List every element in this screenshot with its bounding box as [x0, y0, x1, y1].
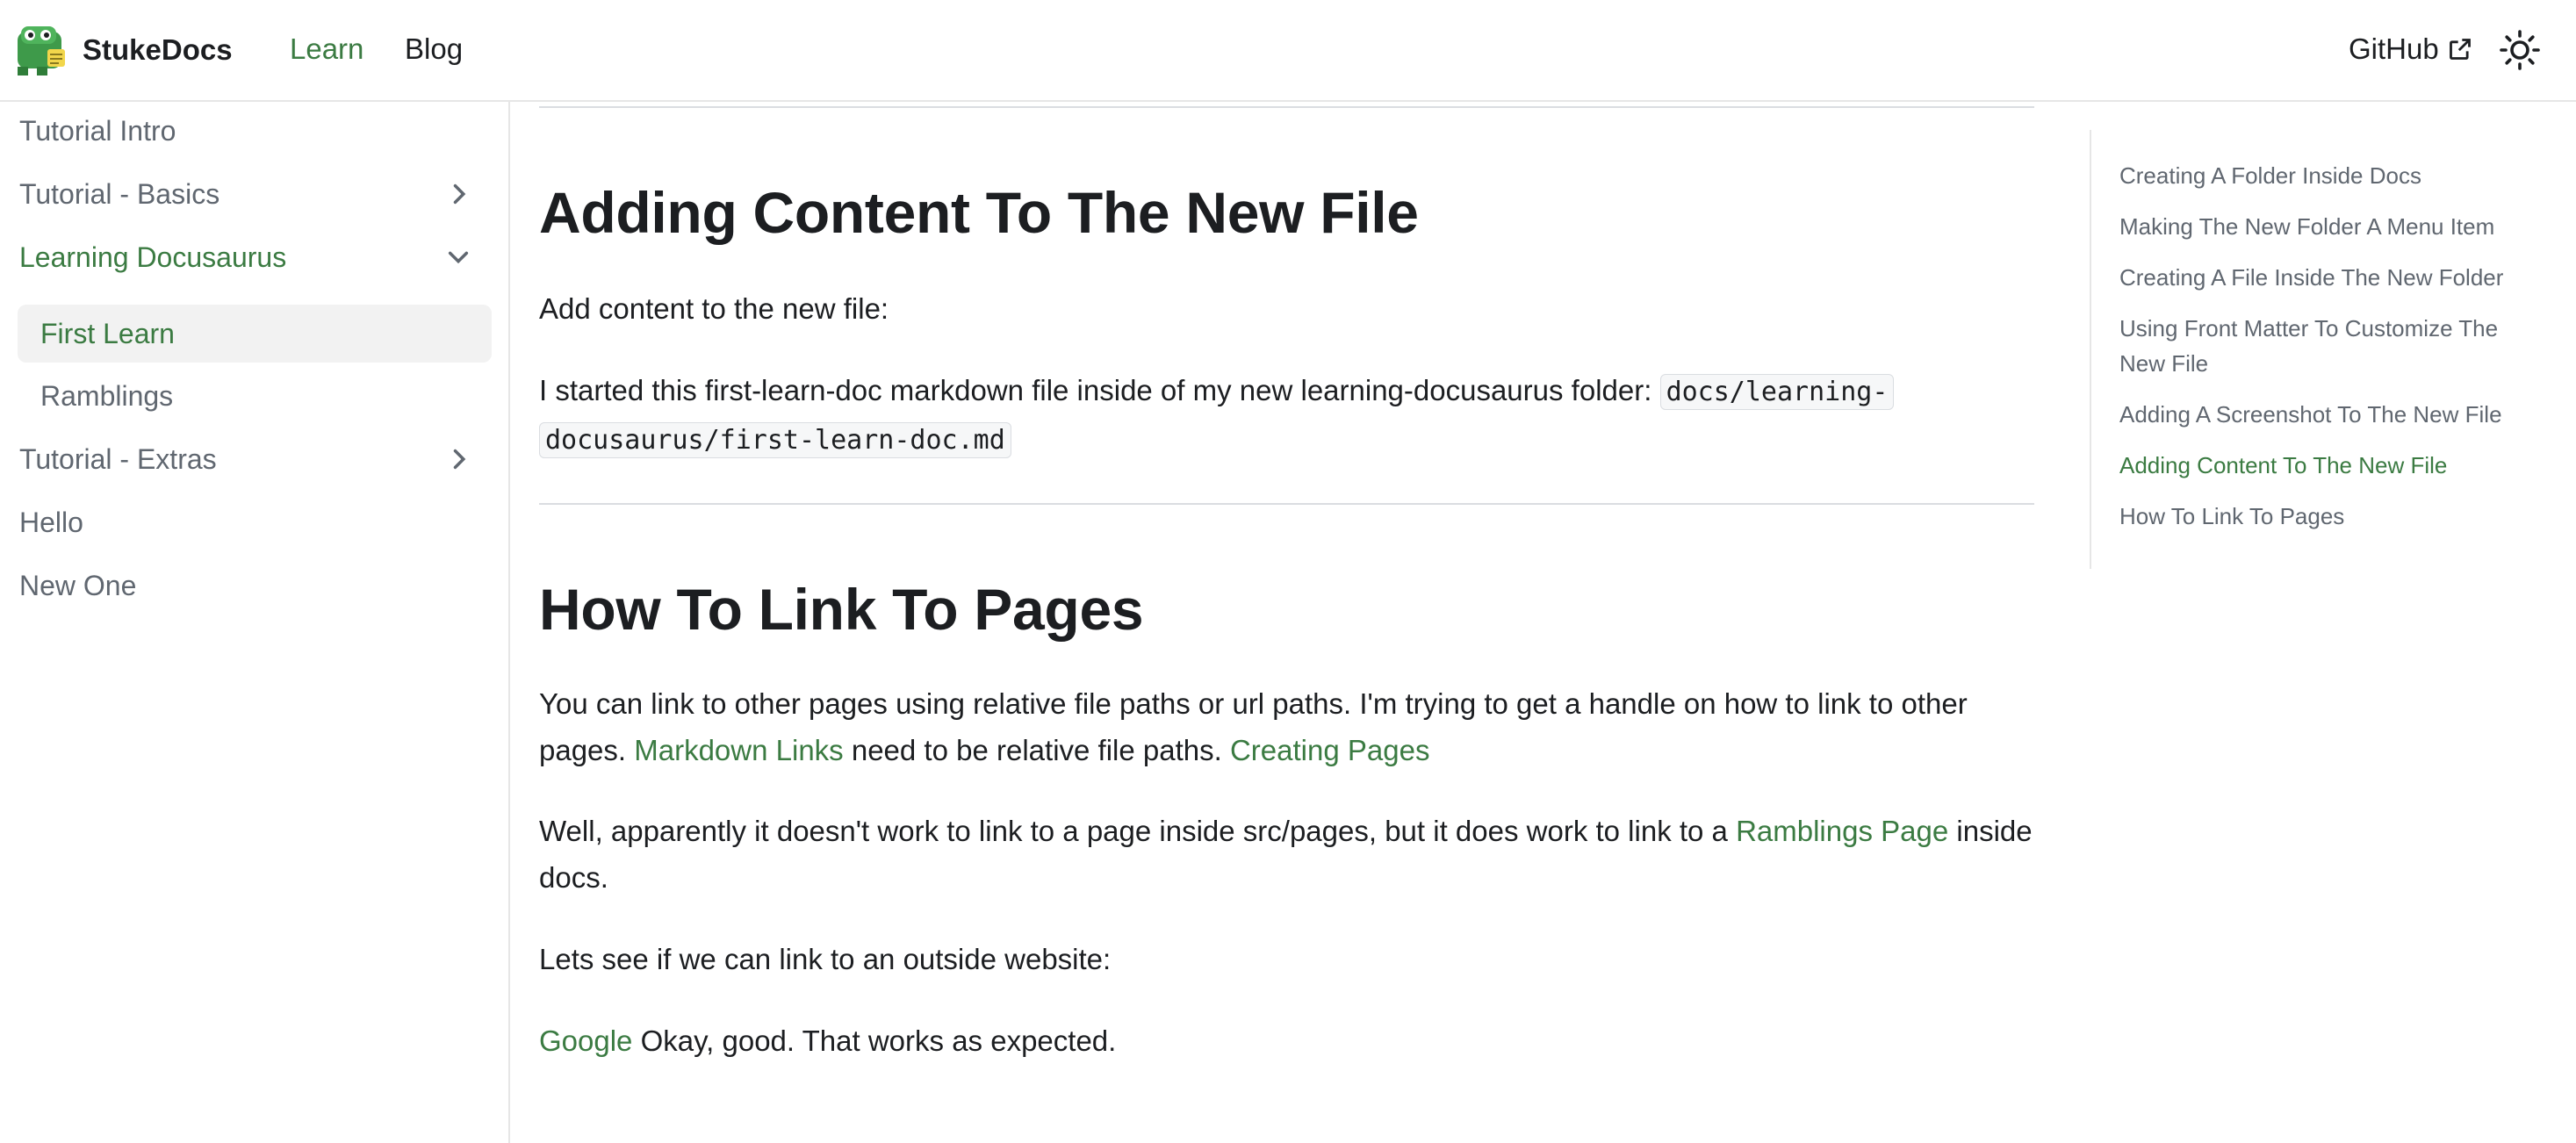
- inline-code: docs/learning-: [1659, 374, 1895, 410]
- paragraph-text: need to be relative file paths.: [843, 734, 1230, 766]
- sidebar-item-label: First Learn: [40, 318, 175, 349]
- sidebar-item-label: Hello: [19, 507, 83, 538]
- sidebar-item-learning-docusaurus[interactable]: Learning Docusaurus: [18, 229, 492, 285]
- sidebar-item-hello[interactable]: Hello: [18, 494, 492, 550]
- toc-item-adding-content[interactable]: Adding Content To The New File: [2119, 448, 2541, 483]
- toc-item-creating-file[interactable]: Creating A File Inside The New Folder: [2119, 260, 2541, 295]
- inline-code: docusaurus/first-learn-doc.md: [539, 422, 1011, 458]
- navbar: StukeDocs Learn Blog GitHub: [0, 0, 2576, 102]
- sidebar-item-label: Ramblings: [40, 380, 174, 412]
- paragraph-text: You can link to other pages using relati…: [539, 687, 1968, 720]
- nav-link-blog[interactable]: Blog: [405, 32, 463, 67]
- section-divider: [539, 503, 2034, 505]
- paragraph-text: inside: [1948, 815, 2033, 847]
- section-divider: [539, 106, 2034, 108]
- link-ramblings-page[interactable]: Ramblings Page: [1736, 815, 1948, 847]
- sidebar-item-tutorial-intro[interactable]: Tutorial Intro: [18, 103, 492, 159]
- external-link-icon: [2449, 39, 2471, 60]
- paragraph: You can link to other pages using relati…: [539, 680, 2034, 773]
- nav-link-learn[interactable]: Learn: [290, 32, 363, 67]
- link-google[interactable]: Google: [539, 1024, 632, 1057]
- toc-item-adding-screenshot[interactable]: Adding A Screenshot To The New File: [2119, 397, 2541, 432]
- paragraph-text: Okay, good. That works as expected.: [632, 1024, 1117, 1057]
- paragraph-text: docs.: [539, 861, 608, 894]
- github-label: GitHub: [2349, 32, 2439, 65]
- heading-how-to-link: How To Link To Pages: [539, 577, 1144, 642]
- theme-toggle-sun-icon[interactable]: [2499, 29, 2541, 71]
- link-creating-pages[interactable]: Creating Pages: [1230, 734, 1429, 766]
- paragraph: I started this first-learn-doc markdown …: [539, 367, 1909, 464]
- toc-item-how-to-link[interactable]: How To Link To Pages: [2119, 499, 2541, 534]
- sidebar-item-label: Tutorial Intro: [19, 115, 176, 147]
- sidebar-item-label: Learning Docusaurus: [19, 241, 287, 273]
- toc-item-front-matter[interactable]: Using Front Matter To Customize The New …: [2119, 311, 2523, 381]
- sidebar-item-label: New One: [19, 570, 137, 601]
- sidebar-item-tutorial-basics[interactable]: Tutorial - Basics: [18, 166, 492, 222]
- sidebar-item-tutorial-extras[interactable]: Tutorial - Extras: [18, 431, 492, 487]
- heading-adding-content: Adding Content To The New File: [539, 180, 1419, 245]
- paragraph-text: Well, apparently it doesn't work to link…: [539, 815, 1737, 847]
- docs-sidebar: Tutorial Intro Tutorial - Basics Learnin…: [0, 102, 510, 1143]
- table-of-contents: Creating A Folder Inside Docs Making The…: [2090, 130, 2546, 569]
- sidebar-item-label: Tutorial - Extras: [19, 443, 217, 475]
- chevron-right-icon[interactable]: [446, 182, 471, 206]
- chevron-down-icon[interactable]: [446, 245, 471, 270]
- brand-link[interactable]: StukeDocs: [14, 23, 233, 77]
- sidebar-item-label: Tutorial - Basics: [19, 178, 220, 210]
- toc-item-making-menu-item[interactable]: Making The New Folder A Menu Item: [2119, 209, 2541, 244]
- paragraph: Add content to the new file:: [539, 292, 889, 325]
- dinosaur-logo-icon: [18, 26, 65, 75]
- github-link[interactable]: GitHub: [2349, 32, 2472, 67]
- chevron-right-icon[interactable]: [446, 447, 471, 471]
- paragraph-text: pages.: [539, 734, 635, 766]
- paragraph: Lets see if we can link to an outside we…: [539, 943, 1112, 975]
- sidebar-item-first-learn[interactable]: First Learn: [18, 305, 492, 363]
- paragraph: Google Okay, good. That works as expecte…: [539, 1017, 2034, 1064]
- sidebar-item-new-one[interactable]: New One: [18, 557, 492, 614]
- sidebar-item-ramblings[interactable]: Ramblings: [18, 368, 492, 424]
- brand-title: StukeDocs: [83, 33, 233, 66]
- paragraph: Well, apparently it doesn't work to link…: [539, 808, 2034, 901]
- paragraph-text: I started this first-learn-doc markdown …: [539, 374, 1660, 406]
- link-markdown-links[interactable]: Markdown Links: [634, 734, 843, 766]
- toc-item-creating-folder[interactable]: Creating A Folder Inside Docs: [2119, 158, 2541, 193]
